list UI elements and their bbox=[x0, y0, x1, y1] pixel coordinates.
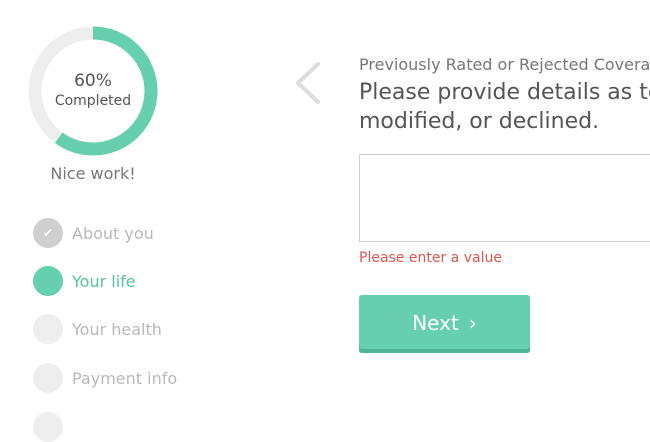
step-your-life[interactable]: Your life bbox=[33, 266, 136, 296]
step-your-health[interactable]: Your health bbox=[33, 314, 162, 344]
question-title-line: Please provide details as to bbox=[359, 80, 650, 105]
step-about-you[interactable]: ✔ About you bbox=[33, 218, 154, 248]
chevron-left-icon[interactable] bbox=[292, 60, 324, 106]
step-status-dot bbox=[33, 363, 63, 393]
step-label: Your health bbox=[72, 319, 162, 339]
next-button-label: Next bbox=[412, 311, 459, 335]
validation-error: Please enter a value bbox=[359, 250, 502, 266]
step-label: Your life bbox=[72, 271, 136, 291]
step-status-dot: ✔ bbox=[33, 218, 63, 248]
step-label: About you bbox=[72, 223, 154, 243]
check-icon: ✔ bbox=[42, 226, 54, 240]
step-status-dot bbox=[33, 314, 63, 344]
step-status-dot bbox=[33, 412, 63, 442]
next-button[interactable]: Next › bbox=[359, 295, 530, 353]
details-textarea[interactable] bbox=[359, 154, 650, 242]
chevron-right-icon: › bbox=[468, 311, 477, 335]
question-title-line: modified, or declined. bbox=[359, 109, 600, 134]
step-label: Payment info bbox=[72, 368, 178, 388]
step-next-hidden[interactable] bbox=[33, 412, 72, 442]
step-payment-info[interactable]: Payment info bbox=[33, 363, 177, 393]
question-title: Please provide details as to modified, o… bbox=[359, 78, 650, 136]
question-subtitle: Previously Rated or Rejected Coverage bbox=[359, 55, 650, 74]
progress-completed-label: Completed bbox=[54, 93, 132, 109]
step-status-dot bbox=[33, 266, 63, 296]
progress-percent: 60% bbox=[74, 71, 112, 91]
encouragement-text: Nice work! bbox=[50, 164, 136, 183]
progress-text: 60% Completed bbox=[26, 24, 160, 158]
